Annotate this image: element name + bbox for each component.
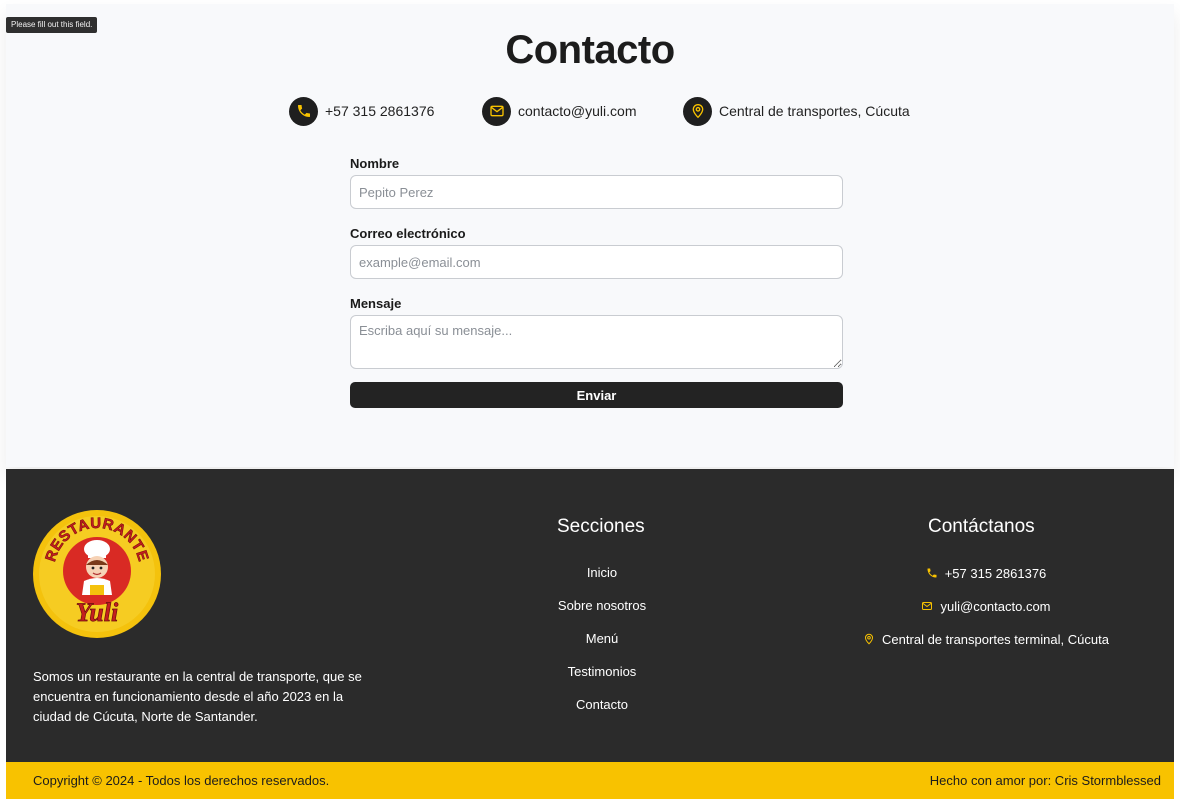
footer-address-text: Central de transportes terminal, Cúcuta [882, 631, 1109, 647]
sections-heading: Secciones [557, 516, 645, 537]
phone-icon [927, 568, 937, 578]
contact-heading: Contáctanos [928, 516, 1035, 537]
contact-section: Contacto +57 315 2861376 contacto@yuli.c… [6, 4, 1174, 467]
page-title: Contacto [505, 28, 675, 72]
footer-email: yuli@contacto.com [796, 596, 1176, 616]
footer-phone: +57 315 2861376 [796, 563, 1176, 583]
info-email-text: contacto@yuli.com [518, 103, 637, 119]
phone-icon [289, 96, 318, 126]
info-email: contacto@yuli.com [482, 95, 636, 127]
email-label: Correo electrónico [350, 226, 466, 241]
footer-phone-text: +57 315 2861376 [944, 565, 1047, 581]
name-label: Nombre [350, 156, 400, 171]
name-input[interactable] [350, 175, 843, 209]
contact-info-row: +57 315 2861376 contacto@yuli.com Centra… [6, 95, 1174, 127]
envelope-icon [922, 602, 933, 610]
contact-form: Nombre Correo electrónico Mensaje Enviar [350, 154, 843, 408]
message-label: Mensaje [350, 296, 402, 311]
info-phone-text: +57 315 2861376 [325, 103, 435, 119]
footer-link-contacto[interactable]: Contacto [517, 697, 687, 712]
submit-button[interactable]: Enviar [350, 382, 843, 408]
footer-address: Central de transportes terminal, Cúcuta [796, 629, 1176, 649]
credit-text: Hecho con amor por: Cris Stormblessed [929, 773, 1161, 788]
copyright-bar: Copyright © 2024 - Todos los derechos re… [6, 762, 1174, 799]
envelope-icon [482, 96, 511, 126]
restaurant-logo: RESTAURANTE Yuli [32, 509, 162, 639]
validation-tooltip: Please fill out this field. [6, 17, 98, 33]
info-address: Central de transportes, Cúcuta [683, 95, 910, 127]
map-pin-icon [683, 96, 712, 126]
copyright-text: Copyright © 2024 - Todos los derechos re… [33, 773, 330, 788]
svg-text:Yuli: Yuli [76, 598, 119, 627]
footer: RESTAURANTE Yuli Somos un restaurante en… [6, 469, 1174, 766]
footer-link-sobre-nosotros[interactable]: Sobre nosotros [517, 598, 687, 613]
info-address-text: Central de transportes, Cúcuta [719, 103, 910, 119]
page: Contacto +57 315 2861376 contacto@yuli.c… [6, 4, 1174, 803]
email-input[interactable] [350, 245, 843, 279]
footer-link-menu[interactable]: Menú [517, 631, 687, 646]
map-pin-icon [865, 633, 874, 645]
about-text: Somos un restaurante en la central de tr… [33, 669, 362, 724]
footer-link-testimonios[interactable]: Testimonios [517, 664, 687, 679]
footer-link-inicio[interactable]: Inicio [517, 565, 687, 580]
message-textarea[interactable] [350, 315, 843, 369]
footer-email-text: yuli@contacto.com [940, 598, 1051, 614]
info-phone: +57 315 2861376 [289, 95, 434, 127]
